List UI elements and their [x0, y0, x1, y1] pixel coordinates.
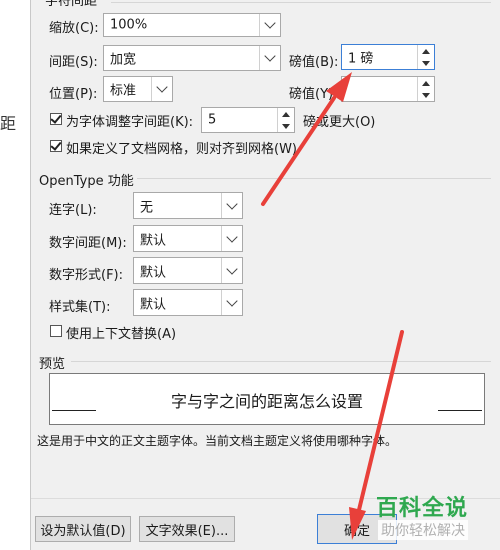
- watermark-title: 百科全说: [376, 496, 469, 521]
- watermark-subtitle: 助你轻松解决: [378, 520, 468, 540]
- annotation-arrows: [261, 72, 404, 540]
- arrow-to-spacing-by: [261, 72, 352, 206]
- watermark: 百科全说 助你轻松解决: [372, 488, 500, 550]
